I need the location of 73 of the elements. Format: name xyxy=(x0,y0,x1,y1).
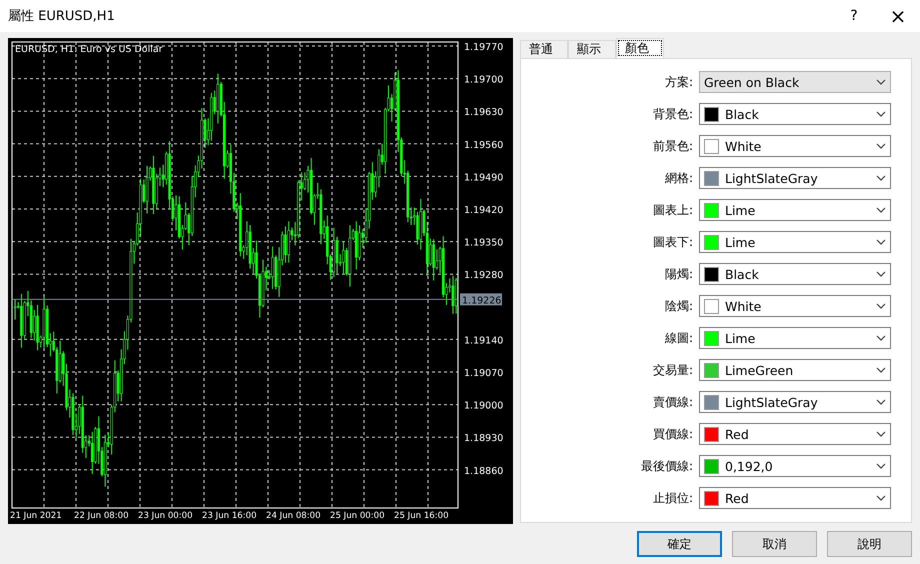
chevron-down-icon xyxy=(876,175,886,181)
price-label: 1.19700 xyxy=(464,74,504,86)
price-label: 1.19280 xyxy=(464,270,504,282)
setting-label: 買價線: xyxy=(652,426,693,442)
setting-label: 最後價線: xyxy=(640,458,693,474)
color-dropdown[interactable]: Lime xyxy=(699,199,891,221)
price-label: 1.19070 xyxy=(464,368,504,379)
setting-label: 方案: xyxy=(664,74,693,90)
setting-label: 前景色: xyxy=(652,138,693,154)
chevron-down-icon xyxy=(876,271,886,277)
chevron-down-icon xyxy=(876,111,886,117)
chevron-down-icon xyxy=(876,303,886,309)
color-dropdown[interactable]: Red xyxy=(699,487,891,509)
tab[interactable]: 顏色 xyxy=(616,38,664,58)
color-dropdown[interactable]: LimeGreen xyxy=(699,359,891,381)
time-label: 25 Jun 16:00 xyxy=(394,511,449,521)
chevron-down-icon xyxy=(876,79,886,85)
time-label: 21 Jun 2021 xyxy=(10,511,62,521)
time-label: 22 Jun 08:00 xyxy=(74,511,129,521)
chevron-down-icon xyxy=(876,431,886,437)
color-dropdown[interactable]: Lime xyxy=(699,231,891,253)
setting-label: 背景色: xyxy=(652,106,693,122)
price-label: 1.18930 xyxy=(464,433,504,444)
color-dropdown[interactable]: White xyxy=(699,135,891,157)
price-label: 1.19770 xyxy=(464,42,504,53)
price-label: 1.18860 xyxy=(464,466,504,477)
chevron-down-icon xyxy=(876,335,886,341)
price-label: 1.19560 xyxy=(464,140,504,151)
price-label: 1.19420 xyxy=(464,205,504,216)
color-dropdown[interactable]: Lime xyxy=(699,327,891,349)
setting-label: 圖表上: xyxy=(652,202,693,218)
dialog-button[interactable]: 確定 xyxy=(637,531,722,557)
color-dropdown[interactable]: Black xyxy=(699,263,891,285)
tab[interactable]: 普通 xyxy=(520,40,568,58)
price-label: 1.19000 xyxy=(464,400,504,412)
setting-label: 賣價線: xyxy=(652,394,693,410)
close-button[interactable]: × xyxy=(876,0,920,32)
color-dropdown[interactable]: LightSlateGray xyxy=(699,167,891,189)
setting-label: 陰燭: xyxy=(664,298,693,314)
color-dropdown[interactable]: Red xyxy=(699,423,891,445)
help-button[interactable]: ? xyxy=(832,0,876,32)
setting-label: 止損位: xyxy=(652,490,693,506)
setting-label: 交易量: xyxy=(652,362,693,378)
time-label: 25 Jun 00:00 xyxy=(330,511,385,521)
price-label: 1.19140 xyxy=(464,335,504,346)
time-label: 23 Jun 00:00 xyxy=(138,511,193,521)
scheme-dropdown[interactable]: Green on Black xyxy=(699,71,891,93)
chevron-down-icon xyxy=(876,367,886,373)
chevron-down-icon xyxy=(876,495,886,501)
dialog-button[interactable]: 說明 xyxy=(827,531,912,557)
dialog-button[interactable]: 取消 xyxy=(732,531,817,557)
time-label: 23 Jun 16:00 xyxy=(202,511,257,521)
color-dropdown[interactable]: White xyxy=(699,295,891,317)
window-title: 屬性 EURUSD,H1 xyxy=(8,8,116,25)
color-dropdown[interactable]: Black xyxy=(699,103,891,125)
color-dropdown[interactable]: 0,192,0 xyxy=(699,455,891,477)
setting-label: 線圖: xyxy=(664,330,693,346)
chevron-down-icon xyxy=(876,463,886,469)
chevron-down-icon xyxy=(876,143,886,149)
setting-label: 網格: xyxy=(664,170,693,186)
chevron-down-icon xyxy=(876,207,886,213)
setting-label: 陽燭: xyxy=(664,266,693,282)
current-price-tag: 1.19226 xyxy=(460,293,502,306)
chart-title: EURUSD, H1: Euro vs US Dollar xyxy=(15,44,163,55)
chevron-down-icon xyxy=(876,239,886,245)
price-label: 1.19350 xyxy=(464,238,504,249)
price-label: 1.19630 xyxy=(464,107,504,118)
color-dropdown[interactable]: LightSlateGray xyxy=(699,391,891,413)
setting-label: 圖表下: xyxy=(652,234,693,250)
tab[interactable]: 顯示 xyxy=(568,40,616,58)
price-label: 1.19490 xyxy=(464,172,504,184)
chevron-down-icon xyxy=(876,399,886,405)
time-label: 24 Jun 08:00 xyxy=(266,511,321,521)
